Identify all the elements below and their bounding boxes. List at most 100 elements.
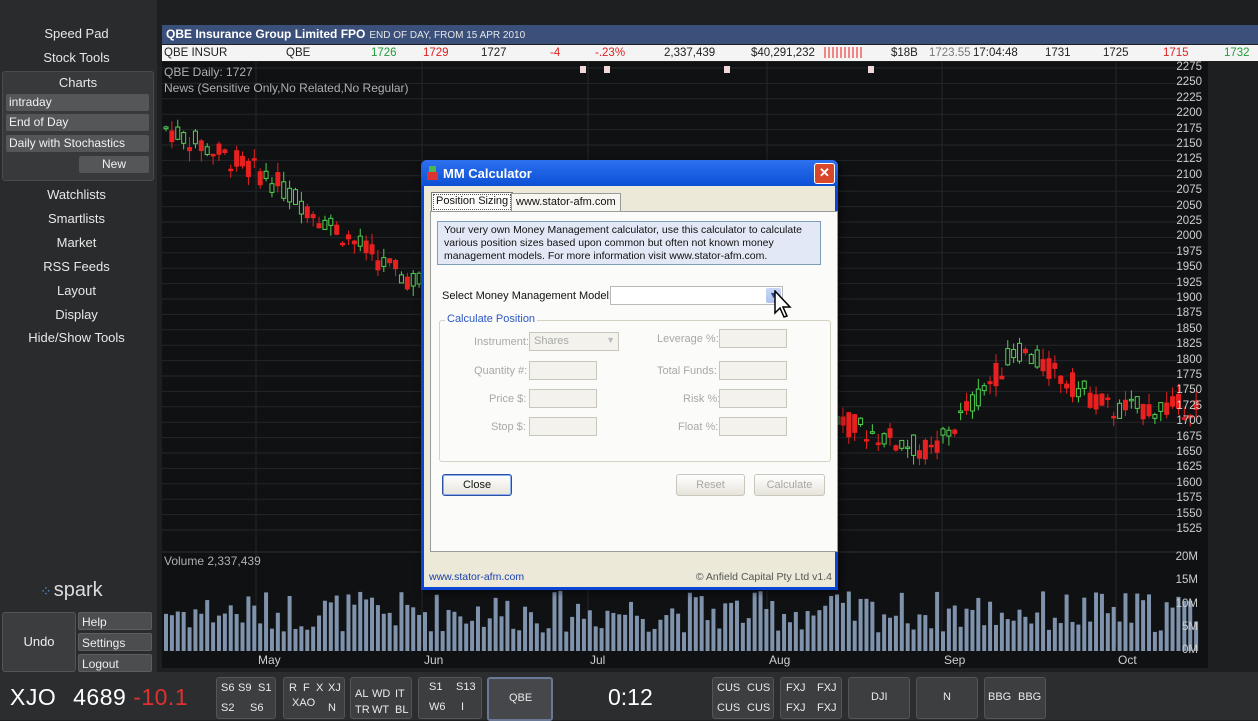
- speed-key[interactable]: S1: [258, 682, 271, 694]
- speed-key[interactable]: W6: [429, 701, 446, 713]
- volume-bar: [888, 617, 893, 651]
- speed-key[interactable]: CUS: [717, 702, 740, 714]
- volume-bar: [799, 629, 804, 651]
- speed-key[interactable]: AL: [355, 688, 368, 700]
- speed-key[interactable]: S2: [221, 702, 234, 714]
- sidebar-item-stock-tools[interactable]: Stock Tools: [0, 50, 153, 65]
- speed-key[interactable]: N: [328, 702, 336, 714]
- speed-key[interactable]: FXJ: [817, 682, 837, 694]
- speed-group-4[interactable]: S1 S13 W6 I: [418, 677, 482, 719]
- close-button[interactable]: Close: [442, 474, 512, 496]
- speed-key[interactable]: BBG: [1018, 691, 1041, 703]
- sidebar-item-display[interactable]: Display: [0, 307, 153, 322]
- speed-key[interactable]: WD: [372, 688, 390, 700]
- candle-body: [228, 168, 234, 172]
- chart-item-end-of-day[interactable]: End of Day: [6, 114, 149, 131]
- sidebar-item-speed-pad[interactable]: Speed Pad: [0, 26, 153, 41]
- chart-item-intraday[interactable]: intraday: [6, 94, 149, 111]
- speed-key[interactable]: XJ: [328, 682, 341, 694]
- dialog-title-bar[interactable]: MM Calculator ✕: [421, 160, 838, 186]
- volume-bar: [552, 592, 557, 651]
- float-field[interactable]: [719, 417, 787, 436]
- speed-key[interactable]: CUS: [717, 682, 740, 694]
- volume-bar: [240, 622, 245, 651]
- reset-button[interactable]: Reset: [676, 474, 745, 496]
- volume-bar: [264, 592, 269, 651]
- stop-field[interactable]: [529, 417, 597, 436]
- price-label: Price $:: [489, 393, 527, 405]
- speed-group-6[interactable]: CUS CUS CUS CUS: [712, 677, 774, 719]
- speed-key-n[interactable]: N: [916, 677, 978, 719]
- sidebar-item-charts[interactable]: Charts: [3, 75, 153, 90]
- index-ticker[interactable]: XJO 4689 -10.1: [10, 684, 188, 711]
- volume-bar: [311, 626, 316, 651]
- speed-key[interactable]: CUS: [747, 702, 770, 714]
- speed-key[interactable]: XAO: [292, 697, 315, 709]
- speed-group-3[interactable]: AL WD IT TR WT BL: [350, 677, 412, 719]
- speed-key[interactable]: S6: [250, 702, 263, 714]
- logout-button[interactable]: Logout: [78, 654, 152, 672]
- speed-key[interactable]: FXJ: [786, 682, 806, 694]
- speed-group-7[interactable]: FXJ FXJ FXJ FXJ: [780, 677, 842, 719]
- speed-key[interactable]: R: [289, 682, 297, 694]
- speed-key[interactable]: TR: [355, 704, 370, 716]
- spark-logo: ⁘ spark: [40, 579, 103, 602]
- quantity-field[interactable]: [529, 361, 597, 380]
- sidebar-item-rss-feeds[interactable]: RSS Feeds: [0, 259, 153, 274]
- volume-bar: [576, 603, 581, 651]
- money-model-select[interactable]: ▼: [610, 286, 783, 305]
- undo-button[interactable]: Undo: [2, 612, 76, 672]
- sidebar-item-layout[interactable]: Layout: [0, 283, 153, 298]
- sidebar-item-smartlists[interactable]: Smartlists: [0, 211, 153, 226]
- instrument-select[interactable]: Shares ▼: [529, 332, 619, 351]
- sidebar-item-watchlists[interactable]: Watchlists: [0, 187, 153, 202]
- leverage-field[interactable]: [719, 329, 787, 348]
- candle-body: [869, 431, 875, 434]
- footer-link[interactable]: www.stator-afm.com: [429, 571, 524, 583]
- close-icon[interactable]: ✕: [814, 163, 835, 184]
- news-marker-icon[interactable]: [724, 66, 730, 73]
- volume-bar: [911, 629, 916, 651]
- speed-group-1[interactable]: S6 S9 S1 S2 S6: [216, 677, 276, 719]
- speed-key[interactable]: BL: [395, 704, 408, 716]
- speed-key[interactable]: IT: [395, 688, 405, 700]
- sidebar-item-market[interactable]: Market: [0, 235, 153, 250]
- speed-key-qbe-selected[interactable]: QBE: [487, 677, 553, 721]
- speed-key[interactable]: BBG: [988, 691, 1011, 703]
- speed-key[interactable]: FXJ: [786, 702, 806, 714]
- settings-button[interactable]: Settings: [78, 633, 152, 651]
- speed-key[interactable]: FXJ: [817, 702, 837, 714]
- calculate-button[interactable]: Calculate: [754, 474, 825, 496]
- news-marker-icon[interactable]: [580, 66, 586, 73]
- help-button[interactable]: Help: [78, 612, 152, 630]
- speed-group-10[interactable]: BBG BBG: [984, 677, 1046, 719]
- volume-bar: [222, 613, 227, 651]
- tab-stator-afm[interactable]: www.stator-afm.com: [511, 193, 621, 211]
- news-marker-icon[interactable]: [868, 66, 874, 73]
- risk-field[interactable]: [719, 389, 787, 408]
- candle-body: [969, 394, 975, 412]
- speed-key-dji[interactable]: DJI: [848, 677, 910, 719]
- speed-key[interactable]: X: [316, 682, 323, 694]
- speed-key[interactable]: WT: [372, 704, 389, 716]
- candle-body: [369, 244, 375, 255]
- price-tick-label: 1950: [1176, 261, 1202, 274]
- volume-bar: [864, 598, 869, 651]
- new-chart-button[interactable]: New: [79, 156, 149, 173]
- speed-group-2[interactable]: R F X XJ XAO N: [283, 677, 345, 719]
- chart-item-daily-stochastics[interactable]: Daily with Stochastics: [6, 135, 149, 152]
- tab-position-sizing[interactable]: Position Sizing: [431, 192, 514, 212]
- speed-key[interactable]: S9: [238, 682, 251, 694]
- speed-key[interactable]: S1: [429, 681, 442, 693]
- speed-key[interactable]: I: [461, 701, 464, 713]
- speed-key[interactable]: S13: [456, 681, 476, 693]
- volume-bar: [752, 592, 757, 651]
- speed-key[interactable]: F: [303, 682, 310, 694]
- sidebar-item-hide-show-tools[interactable]: Hide/Show Tools: [0, 330, 153, 345]
- price-field[interactable]: [529, 389, 597, 408]
- volume-bar: [322, 600, 327, 651]
- speed-key[interactable]: S6: [221, 682, 234, 694]
- total-funds-field[interactable]: [719, 361, 787, 380]
- news-marker-icon[interactable]: [604, 66, 610, 73]
- speed-key[interactable]: CUS: [747, 682, 770, 694]
